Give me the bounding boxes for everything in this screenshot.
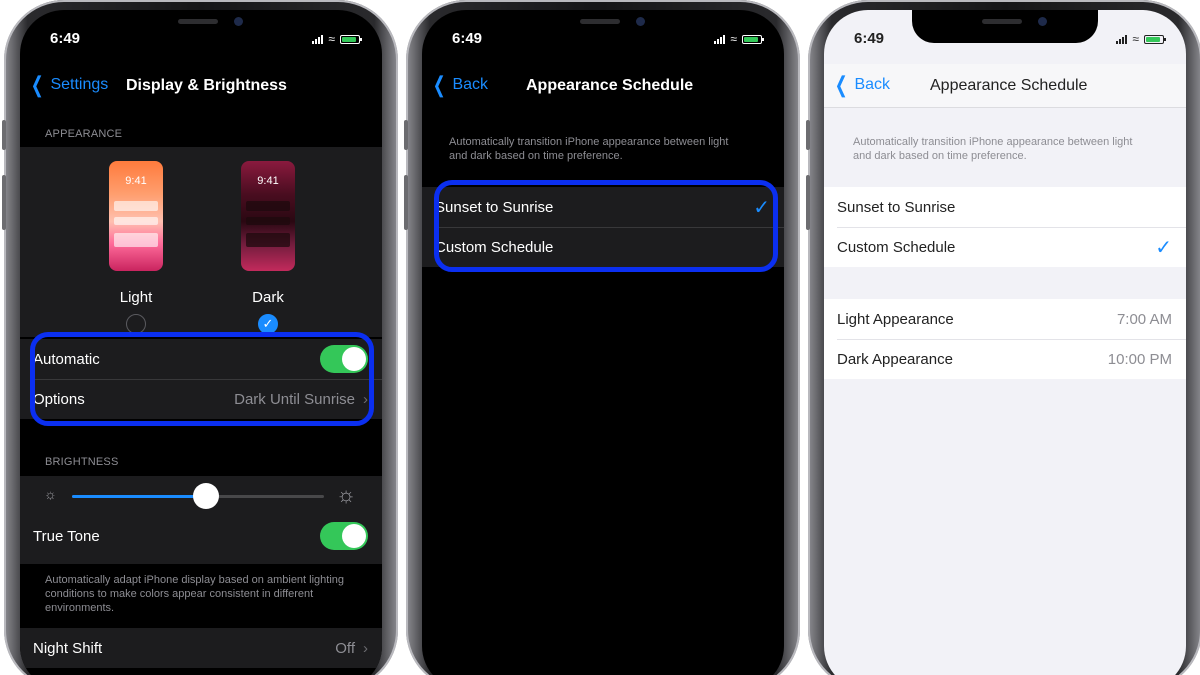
option-label: Custom Schedule xyxy=(837,238,956,256)
status-time: 6:49 xyxy=(452,30,483,47)
status-icons: ≈ xyxy=(1116,32,1166,46)
chevron-left-icon: ❮ xyxy=(432,72,446,97)
back-label: Settings xyxy=(50,76,109,93)
phone-display-brightness: 6:49 ≈ ❮ Settings Display & Brightness A… xyxy=(2,0,398,675)
slider-fill xyxy=(72,495,206,498)
time-label: Dark Appearance xyxy=(837,350,953,368)
notch xyxy=(108,10,294,43)
signal-icon xyxy=(312,34,324,44)
phone-appearance-schedule-light: 6:49 ≈ ❮ Back Appearance Schedule Automa… xyxy=(806,0,1200,675)
sun-small-icon: ☼ xyxy=(44,486,57,502)
battery-icon xyxy=(340,34,362,44)
slider-thumb[interactable] xyxy=(192,483,219,509)
dark-preview-image[interactable]: 9:41 xyxy=(241,161,295,271)
true-tone-row: True Tone xyxy=(20,516,382,556)
back-button[interactable]: ❮ Back xyxy=(430,72,489,97)
true-tone-footnote: Automatically adapt iPhone display based… xyxy=(45,574,345,614)
wifi-icon: ≈ xyxy=(1132,32,1139,46)
phone-side-button xyxy=(404,175,408,230)
screen: 6:49 ≈ ❮ Back Appearance Schedule Automa… xyxy=(422,10,784,675)
screen: 6:49 ≈ ❮ Back Appearance Schedule Automa… xyxy=(824,10,1186,675)
schedule-description: Automatically transition iPhone appearan… xyxy=(853,136,1133,162)
notch xyxy=(912,10,1098,43)
highlight-box xyxy=(434,180,778,272)
status-time: 6:49 xyxy=(854,30,885,47)
chevron-left-icon: ❮ xyxy=(834,72,848,97)
notch xyxy=(510,10,696,43)
option-label: Sunset to Sunrise xyxy=(837,198,956,216)
night-shift-group: Night Shift Off › xyxy=(20,628,382,668)
navigation-bar: ❮ Settings Display & Brightness xyxy=(20,64,382,108)
night-shift-value: Off xyxy=(335,639,355,657)
option-custom-schedule[interactable]: Custom Schedule ✓ xyxy=(824,227,1186,267)
light-radio[interactable] xyxy=(126,314,146,334)
dark-label: Dark xyxy=(252,289,284,306)
page-title: Appearance Schedule xyxy=(930,77,1088,94)
back-button[interactable]: ❮ Settings xyxy=(28,72,109,97)
screen: 6:49 ≈ ❮ Settings Display & Brightness A… xyxy=(20,10,382,675)
preview-time: 9:41 xyxy=(257,175,279,187)
checkmark-icon: ✓ xyxy=(1155,236,1172,259)
page-title: Display & Brightness xyxy=(126,77,287,94)
light-appearance-row[interactable]: Light Appearance 7:00 AM xyxy=(824,299,1186,339)
phone-side-button xyxy=(806,175,810,230)
true-tone-toggle[interactable] xyxy=(320,522,368,550)
phone-side-button xyxy=(404,120,408,150)
wifi-icon: ≈ xyxy=(730,32,737,46)
status-icons: ≈ xyxy=(312,32,362,46)
light-label: Light xyxy=(119,289,153,306)
status-time: 6:49 xyxy=(50,30,81,47)
status-icons: ≈ xyxy=(714,32,764,46)
night-shift-label: Night Shift xyxy=(33,639,103,657)
back-label: Back xyxy=(854,76,891,93)
light-preview-image[interactable]: 9:41 xyxy=(109,161,163,271)
appearance-group: 9:41 9:41 Light Dark ✓ xyxy=(20,147,382,337)
page-title: Appearance Schedule xyxy=(526,77,694,94)
brightness-group: ☼ ☼ True Tone xyxy=(20,476,382,564)
option-sunset-to-sunrise[interactable]: Sunset to Sunrise xyxy=(824,187,1186,227)
back-label: Back xyxy=(452,76,489,93)
highlight-box xyxy=(30,332,374,426)
chevron-left-icon: ❮ xyxy=(30,72,44,97)
schedule-description: Automatically transition iPhone appearan… xyxy=(449,136,729,162)
custom-times-group: Light Appearance 7:00 AM Dark Appearance… xyxy=(824,299,1186,379)
preview-time: 9:41 xyxy=(125,175,147,187)
brightness-slider[interactable] xyxy=(72,483,324,509)
time-label: Light Appearance xyxy=(837,310,954,328)
battery-icon xyxy=(1144,34,1166,44)
chevron-right-icon: › xyxy=(363,639,368,657)
dark-radio-checked[interactable]: ✓ xyxy=(258,314,278,334)
sun-large-icon: ☼ xyxy=(336,482,357,507)
time-value: 10:00 PM xyxy=(1107,350,1172,368)
signal-icon xyxy=(1116,34,1128,44)
section-header-brightness: BRIGHTNESS xyxy=(45,456,119,468)
wifi-icon: ≈ xyxy=(328,32,335,46)
phone-appearance-schedule-dark: 6:49 ≈ ❮ Back Appearance Schedule Automa… xyxy=(404,0,800,675)
schedule-options-group: Sunset to Sunrise Custom Schedule ✓ xyxy=(824,187,1186,267)
true-tone-label: True Tone xyxy=(33,527,100,545)
night-shift-row[interactable]: Night Shift Off › xyxy=(20,628,382,668)
back-button[interactable]: ❮ Back xyxy=(832,72,891,97)
battery-icon xyxy=(742,34,764,44)
phone-side-button xyxy=(806,120,810,150)
time-value: 7:00 AM xyxy=(1116,310,1172,328)
phone-side-button xyxy=(2,175,6,230)
navigation-bar: ❮ Back Appearance Schedule xyxy=(422,64,784,108)
navigation-bar: ❮ Back Appearance Schedule xyxy=(824,64,1186,108)
section-header-appearance: APPEARANCE xyxy=(45,128,123,140)
phone-side-button xyxy=(2,120,6,150)
signal-icon xyxy=(714,34,726,44)
dark-appearance-row[interactable]: Dark Appearance 10:00 PM xyxy=(824,339,1186,379)
